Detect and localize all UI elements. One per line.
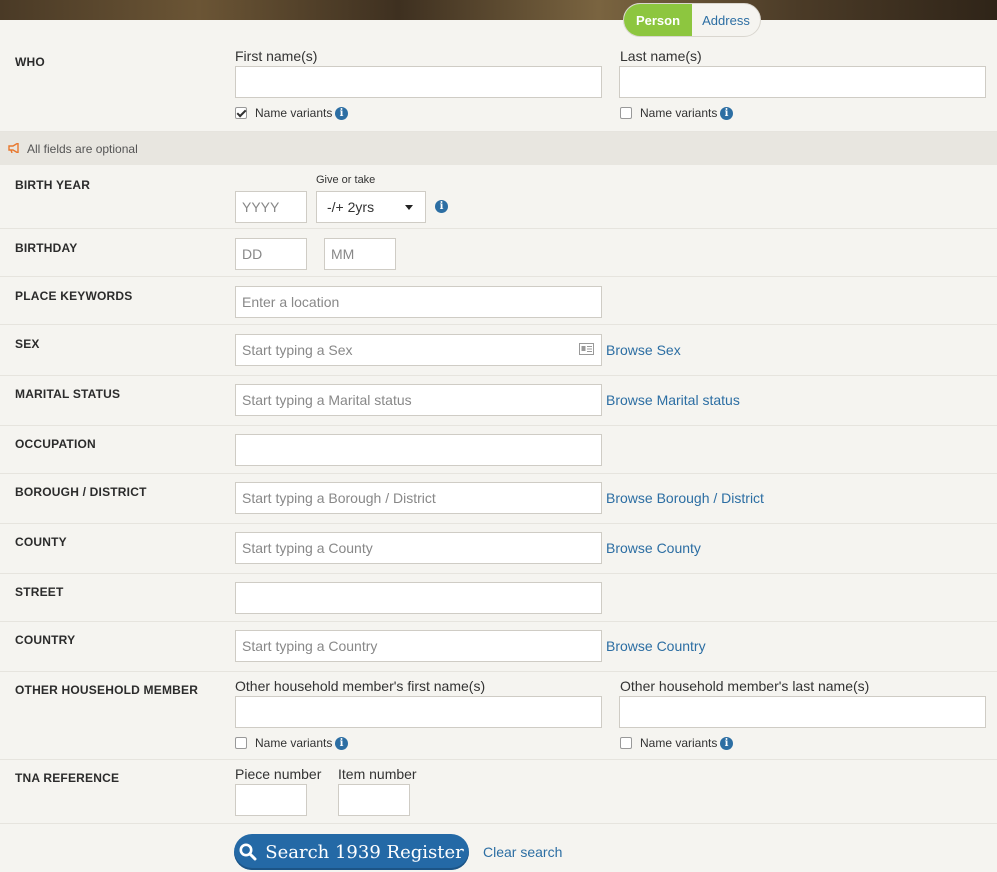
country-input[interactable]: [235, 630, 602, 662]
info-icon[interactable]: i: [435, 200, 448, 213]
last-name-label: Last name(s): [620, 48, 702, 64]
household-first-name-label: Other household member's first name(s): [235, 678, 486, 694]
info-icon[interactable]: i: [335, 107, 348, 120]
who-label: WHO: [15, 55, 45, 69]
first-name-input[interactable]: [235, 66, 602, 98]
birth-year-row: BIRTH YEAR Give or take -/+ 2yrs i: [0, 165, 997, 229]
give-or-take-select[interactable]: -/+ 2yrs: [316, 191, 426, 223]
household-last-name-input[interactable]: [619, 696, 986, 728]
give-or-take-label: Give or take: [316, 174, 376, 186]
street-label: STREET: [15, 585, 64, 599]
sex-field-wrapper: [235, 334, 602, 366]
household-first-variants-checkbox[interactable]: [235, 737, 247, 749]
sex-row: SEX Browse Sex: [0, 325, 997, 376]
search-icon: [239, 843, 257, 861]
country-label: COUNTRY: [15, 633, 76, 647]
sex-label: SEX: [15, 337, 40, 351]
browse-borough-link[interactable]: Browse Borough / District: [606, 490, 764, 506]
borough-label: BOROUGH / DISTRICT: [15, 485, 147, 499]
household-first-variants-label: Name variants: [255, 736, 333, 750]
contact-card-icon[interactable]: [579, 343, 594, 355]
birthday-label: BIRTHDAY: [15, 241, 78, 255]
last-name-variants-label: Name variants: [640, 106, 718, 120]
header-banner-image: [0, 0, 997, 20]
who-row: WHO First name(s) Name variants i Last n…: [0, 20, 997, 132]
place-keywords-label: PLACE KEYWORDS: [15, 289, 133, 303]
household-last-variants-label: Name variants: [640, 736, 718, 750]
item-number-input[interactable]: [338, 784, 410, 816]
household-last-name-label: Other household member's last name(s): [620, 678, 870, 694]
item-number-label: Item number: [338, 766, 417, 782]
country-row: COUNTRY Browse Country: [0, 622, 997, 672]
megaphone-icon: [8, 143, 19, 153]
birthday-day-input[interactable]: [235, 238, 307, 270]
street-input[interactable]: [235, 582, 602, 614]
clear-search-link[interactable]: Clear search: [483, 844, 562, 860]
browse-sex-link[interactable]: Browse Sex: [606, 342, 681, 358]
optional-fields-text: All fields are optional: [27, 142, 138, 156]
chevron-down-icon: [405, 205, 413, 210]
birth-year-label: BIRTH YEAR: [15, 178, 91, 192]
street-row: STREET: [0, 574, 997, 622]
birthday-month-input[interactable]: [324, 238, 396, 270]
piece-number-label: Piece number: [235, 766, 322, 782]
tna-row: TNA REFERENCE Piece number Item number: [0, 760, 997, 824]
optional-fields-notice: All fields are optional: [0, 132, 997, 165]
household-label: OTHER HOUSEHOLD MEMBER: [15, 683, 199, 697]
borough-row: BOROUGH / DISTRICT Browse Borough / Dist…: [0, 474, 997, 524]
last-name-input[interactable]: [619, 66, 986, 98]
occupation-input[interactable]: [235, 434, 602, 466]
birth-year-input[interactable]: [235, 191, 307, 223]
info-icon[interactable]: i: [720, 737, 733, 750]
marital-status-row: MARITAL STATUS Browse Marital status: [0, 376, 997, 426]
place-keywords-row: PLACE KEYWORDS: [0, 277, 997, 325]
marital-status-label: MARITAL STATUS: [15, 387, 121, 401]
piece-number-input[interactable]: [235, 784, 307, 816]
browse-county-link[interactable]: Browse County: [606, 540, 701, 556]
county-row: COUNTY Browse County: [0, 524, 997, 574]
occupation-row: OCCUPATION: [0, 426, 997, 474]
household-first-name-input[interactable]: [235, 696, 602, 728]
info-icon[interactable]: i: [720, 107, 733, 120]
household-last-variants-checkbox[interactable]: [620, 737, 632, 749]
browse-marital-status-link[interactable]: Browse Marital status: [606, 392, 740, 408]
search-button-label: Search 1939 Register: [265, 841, 464, 863]
first-name-variants-label: Name variants: [255, 106, 333, 120]
occupation-label: OCCUPATION: [15, 437, 96, 451]
tna-label: TNA REFERENCE: [15, 771, 120, 785]
give-or-take-value: -/+ 2yrs: [327, 199, 375, 215]
last-name-variants-checkbox[interactable]: [620, 107, 632, 119]
county-input[interactable]: [235, 532, 602, 564]
borough-input[interactable]: [235, 482, 602, 514]
place-keywords-input[interactable]: [235, 286, 602, 318]
marital-status-input[interactable]: [235, 384, 602, 416]
info-icon[interactable]: i: [335, 737, 348, 750]
birthday-row: BIRTHDAY: [0, 229, 997, 277]
household-row: OTHER HOUSEHOLD MEMBER Other household m…: [0, 672, 997, 760]
search-button[interactable]: Search 1939 Register: [234, 834, 469, 870]
first-name-label: First name(s): [235, 48, 318, 64]
first-name-variants-checkbox[interactable]: [235, 107, 247, 119]
county-label: COUNTY: [15, 535, 67, 549]
sex-input[interactable]: [235, 334, 602, 366]
browse-country-link[interactable]: Browse Country: [606, 638, 706, 654]
